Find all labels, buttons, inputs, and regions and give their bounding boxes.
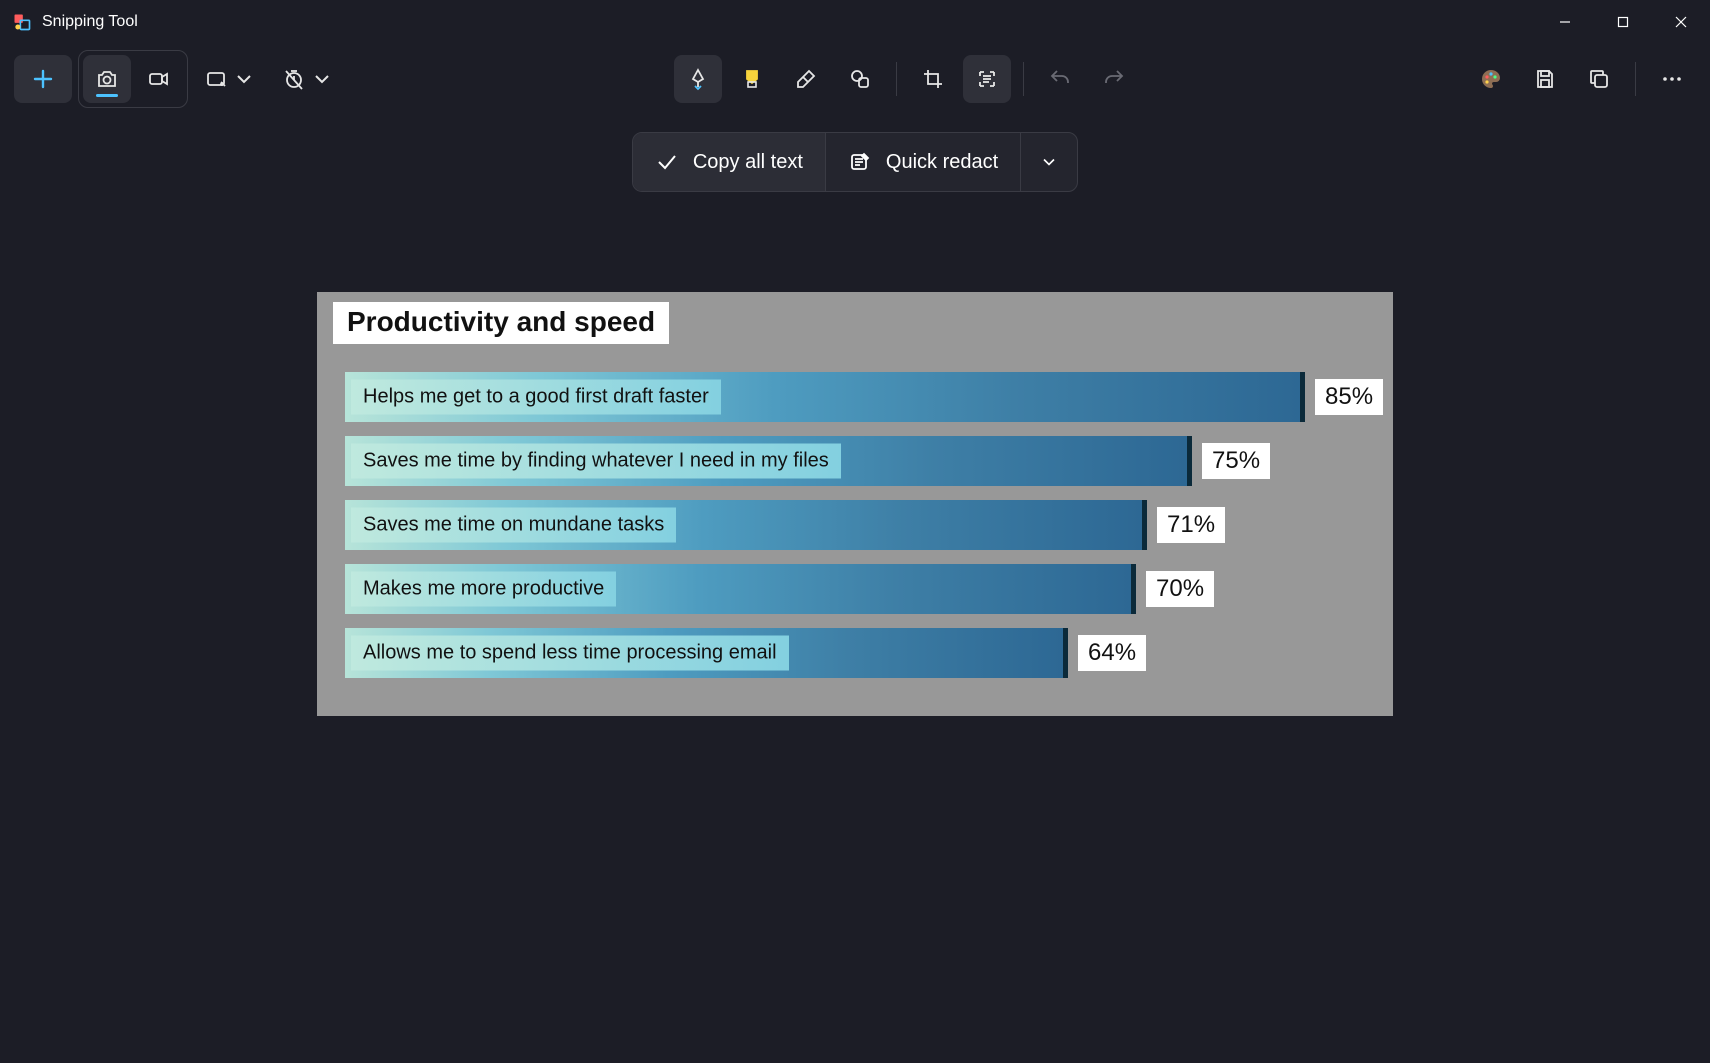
chart-bar-label: Makes me more productive xyxy=(351,572,616,607)
text-actions-bar: Copy all text Quick redact xyxy=(632,132,1078,192)
capture-mode-group xyxy=(78,50,188,108)
eraser-tool-button[interactable] xyxy=(782,55,830,103)
chart-bar-row: Helps me get to a good first draft faste… xyxy=(345,372,1365,422)
photo-mode-button[interactable] xyxy=(83,55,131,103)
check-icon xyxy=(655,150,679,174)
snip-shape-dropdown[interactable] xyxy=(194,55,266,103)
video-icon xyxy=(147,67,171,91)
chart-bar-row: Allows me to spend less time processing … xyxy=(345,628,1365,678)
redo-icon xyxy=(1102,67,1126,91)
text-extract-button[interactable] xyxy=(963,55,1011,103)
camera-icon xyxy=(95,67,119,91)
quick-redact-button[interactable]: Quick redact xyxy=(826,133,1020,191)
chart-bar-label: Saves me time by finding whatever I need… xyxy=(351,444,841,479)
toolbar-left-group xyxy=(14,50,344,108)
chart-bar-value: 70% xyxy=(1146,571,1214,607)
crop-icon xyxy=(921,67,945,91)
titlebar: Snipping Tool xyxy=(0,0,1710,44)
undo-button[interactable] xyxy=(1036,55,1084,103)
copy-icon xyxy=(1587,67,1611,91)
chart-bar-value: 71% xyxy=(1157,507,1225,543)
palette-icon xyxy=(1479,67,1503,91)
chart-bar-label: Helps me get to a good first draft faste… xyxy=(351,380,721,415)
toolbar-right-group xyxy=(1467,55,1696,103)
save-button[interactable] xyxy=(1521,55,1569,103)
chart-bar-value: 85% xyxy=(1315,379,1383,415)
pen-icon xyxy=(686,67,710,91)
toolbar-center-group xyxy=(674,55,1138,103)
chart-bar-row: Makes me more productive 70% xyxy=(345,564,1365,614)
close-button[interactable] xyxy=(1652,0,1710,44)
copy-all-text-label: Copy all text xyxy=(693,151,803,174)
copy-button[interactable] xyxy=(1575,55,1623,103)
paint-edit-button[interactable] xyxy=(1467,55,1515,103)
copy-all-text-button[interactable]: Copy all text xyxy=(633,133,825,191)
highlighter-icon xyxy=(740,67,764,91)
chart-bar-value: 75% xyxy=(1202,443,1270,479)
active-underline xyxy=(96,94,118,97)
rectangle-icon xyxy=(204,67,228,91)
chart-title: Productivity and speed xyxy=(333,302,669,344)
chart-bar-row: Saves me time on mundane tasks 71% xyxy=(345,500,1365,550)
pen-tool-button[interactable] xyxy=(674,55,722,103)
toolbar-separator xyxy=(896,62,897,96)
save-icon xyxy=(1533,67,1557,91)
video-mode-button[interactable] xyxy=(135,55,183,103)
plus-icon xyxy=(31,67,55,91)
quick-redact-dropdown[interactable] xyxy=(1021,133,1077,191)
toolbar-separator xyxy=(1023,62,1024,96)
new-snip-button[interactable] xyxy=(14,55,72,103)
text-actions-icon xyxy=(975,67,999,91)
shapes-tool-button[interactable] xyxy=(836,55,884,103)
chevron-down-icon xyxy=(310,67,334,91)
redact-icon xyxy=(848,150,872,174)
toolbar-separator xyxy=(1635,62,1636,96)
no-delay-icon xyxy=(282,67,306,91)
minimize-button[interactable] xyxy=(1536,0,1594,44)
eraser-icon xyxy=(794,67,818,91)
quick-redact-label: Quick redact xyxy=(886,151,998,174)
window-controls xyxy=(1536,0,1710,44)
chart-bars: Helps me get to a good first draft faste… xyxy=(333,372,1377,678)
shapes-icon xyxy=(848,67,872,91)
more-icon xyxy=(1660,67,1684,91)
app-title: Snipping Tool xyxy=(42,13,138,31)
chevron-down-icon xyxy=(1039,152,1059,172)
maximize-button[interactable] xyxy=(1594,0,1652,44)
chart-bar-label: Allows me to spend less time processing … xyxy=(351,636,789,671)
captured-image[interactable]: Productivity and speed Helps me get to a… xyxy=(317,292,1393,716)
chart-bar-row: Saves me time by finding whatever I need… xyxy=(345,436,1365,486)
content-area: Copy all text Quick redact Productivity … xyxy=(0,114,1710,1063)
toolbar xyxy=(0,44,1710,114)
chevron-down-icon xyxy=(232,67,256,91)
chart-bar-label: Saves me time on mundane tasks xyxy=(351,508,676,543)
redo-button[interactable] xyxy=(1090,55,1138,103)
undo-icon xyxy=(1048,67,1072,91)
app-icon xyxy=(12,12,32,32)
delay-dropdown[interactable] xyxy=(272,55,344,103)
more-button[interactable] xyxy=(1648,55,1696,103)
highlighter-tool-button[interactable] xyxy=(728,55,776,103)
crop-tool-button[interactable] xyxy=(909,55,957,103)
titlebar-left: Snipping Tool xyxy=(12,12,138,32)
chart-bar-value: 64% xyxy=(1078,635,1146,671)
